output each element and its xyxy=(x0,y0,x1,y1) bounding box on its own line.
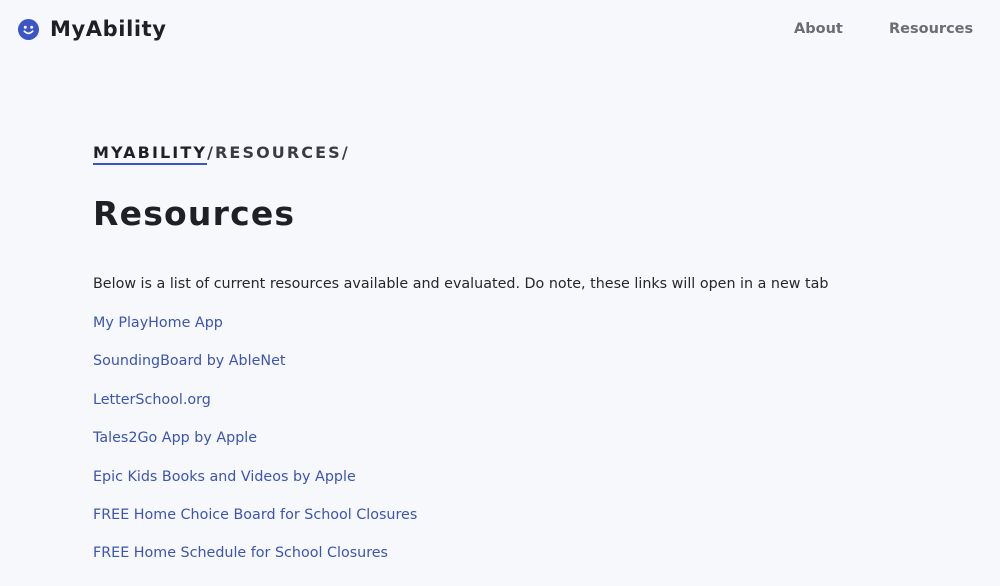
breadcrumb-separator: / xyxy=(341,143,350,162)
navbar: MyAbility About Resources xyxy=(0,0,1000,58)
list-item: SoundingBoard by AbleNet xyxy=(93,350,417,388)
resource-link-home-schedule[interactable]: FREE Home Schedule for School Closures xyxy=(93,545,388,561)
list-item: Epic Kids Books and Videos by Apple xyxy=(93,466,417,504)
resource-link-choice-board[interactable]: FREE Home Choice Board for School Closur… xyxy=(93,507,417,523)
breadcrumb-separator: / xyxy=(207,143,216,162)
resource-link-tales2go[interactable]: Tales2Go App by Apple xyxy=(93,430,257,446)
nav-link-about[interactable]: About xyxy=(794,19,843,39)
intro-text: Below is a list of current resources ava… xyxy=(93,276,829,292)
resource-link-letterschool[interactable]: LetterSchool.org xyxy=(93,392,211,408)
list-item: Tales2Go App by Apple xyxy=(93,427,417,465)
list-item: FREE Home Choice Board for School Closur… xyxy=(93,504,417,542)
resource-link-epic-kids[interactable]: Epic Kids Books and Videos by Apple xyxy=(93,469,356,485)
breadcrumb: MYABILITY/RESOURCES/ xyxy=(93,143,350,165)
smiley-face-icon xyxy=(18,18,39,40)
breadcrumb-current: RESOURCES xyxy=(215,143,342,162)
nav-link-resources[interactable]: Resources xyxy=(889,19,973,39)
brand-logo-link[interactable]: MyAbility xyxy=(18,15,167,43)
list-item: FREE Home Schedule for School Closures xyxy=(93,542,417,580)
brand-name: MyAbility xyxy=(50,17,167,41)
page-title: Resources xyxy=(93,194,296,233)
list-item: My PlayHome App xyxy=(93,312,417,350)
resource-link-my-playhome[interactable]: My PlayHome App xyxy=(93,315,223,331)
resource-list: My PlayHome App SoundingBoard by AbleNet… xyxy=(93,312,417,581)
resource-link-soundingboard[interactable]: SoundingBoard by AbleNet xyxy=(93,353,286,369)
breadcrumb-home-link[interactable]: MYABILITY xyxy=(93,143,208,165)
list-item: LetterSchool.org xyxy=(93,389,417,427)
